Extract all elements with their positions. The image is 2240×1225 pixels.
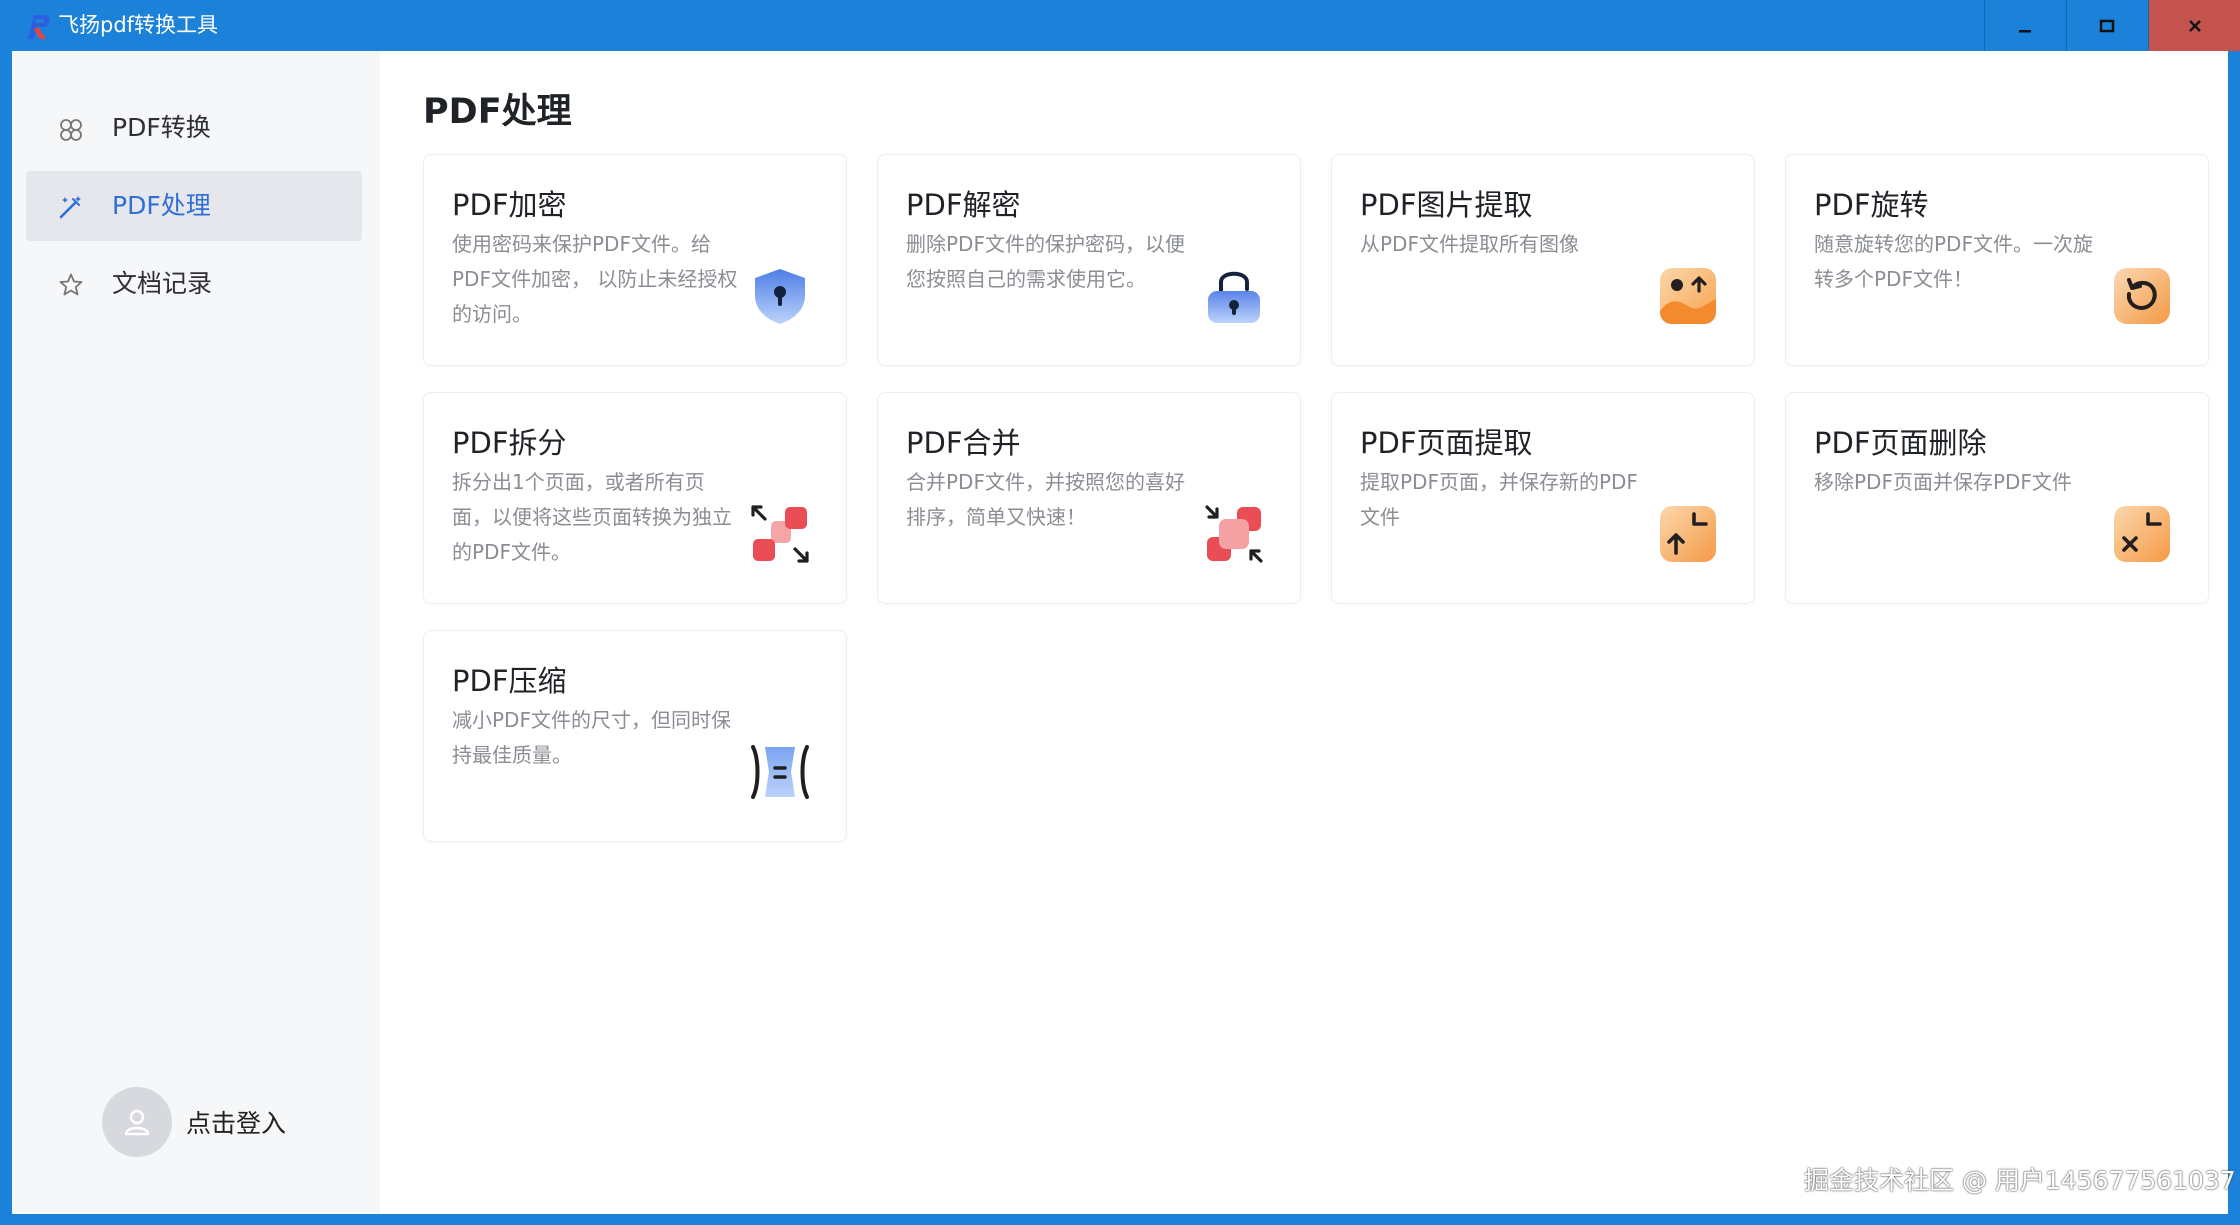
sidebar-item-doc-history[interactable]: 文档记录 (26, 249, 362, 319)
convert-icon (60, 119, 82, 141)
card-description: 随意旋转您的PDF文件。一次旋转多个PDF文件！ (1814, 232, 2093, 291)
sidebar-item-pdf-convert[interactable]: PDF转换 (26, 93, 362, 163)
card-pdf-split[interactable]: PDF拆分 拆分出1个页面，或者所有页面，以便将这些页面转换为独立的PDF文件。 (423, 392, 847, 604)
card-pdf-page-extract[interactable]: PDF页面提取 提取PDF页面，并保存新的PDF文件 (1331, 392, 1755, 604)
card-description: 从PDF文件提取所有图像 (1360, 232, 1579, 256)
page-title: PDF处理 (423, 92, 572, 132)
title-bar[interactable]: 飞扬pdf转换工具 (0, 0, 2240, 51)
card-title: PDF解密 (906, 188, 1021, 222)
card-title: PDF页面删除 (1814, 426, 1987, 460)
sidebar-item-label: 文档记录 (112, 269, 213, 298)
user-icon (124, 1109, 150, 1136)
sidebar-item-label: PDF转换 (112, 113, 211, 142)
card-title: PDF压缩 (452, 664, 567, 698)
sidebar-item-pdf-process[interactable]: PDF处理 (26, 171, 362, 241)
merge-icon (1205, 505, 1263, 563)
card-pdf-merge[interactable]: PDF合并 合并PDF文件，并按照您的喜好排序，简单又快速！ (877, 392, 1301, 604)
watermark: 掘金技术社区 @ 用户1456775610​37 (1804, 1166, 2236, 1195)
card-description: 减小PDF文件的尺寸，但同时保持最佳质量。 (452, 708, 731, 767)
login-button[interactable]: 点击登入 (102, 1087, 286, 1157)
login-label: 点击登入 (186, 1109, 287, 1138)
card-description: 合并PDF文件，并按照您的喜好排序，简单又快速！ (906, 470, 1185, 529)
window-title: 飞扬pdf转换工具 (58, 13, 219, 37)
card-pdf-decrypt[interactable]: PDF解密 删除PDF文件的保护密码，以便您按照自己的需求使用它。 (877, 154, 1301, 366)
padlock-icon (1208, 271, 1260, 323)
page-delete-icon (2114, 506, 2170, 562)
client-area: PDF转换 PDF处理 文档记录 点击登入 PDF处理 PDF加密 使用密码来保… (12, 51, 2228, 1214)
image-extract-icon (1660, 268, 1716, 324)
close-icon (2188, 19, 2201, 32)
card-title: PDF旋转 (1814, 188, 1929, 222)
card-title: PDF拆分 (452, 426, 567, 460)
card-description: 删除PDF文件的保护密码，以便您按照自己的需求使用它。 (906, 232, 1185, 291)
split-icon (751, 505, 809, 563)
star-icon (59, 273, 83, 296)
sidebar: PDF转换 PDF处理 文档记录 点击登入 (12, 51, 380, 1214)
minimize-button[interactable] (1984, 0, 2065, 51)
close-button[interactable] (2148, 0, 2240, 51)
card-title: PDF合并 (906, 426, 1021, 460)
card-pdf-page-delete[interactable]: PDF页面删除 移除PDF页面并保存PDF文件 (1785, 392, 2209, 604)
main-panel: PDF处理 PDF加密 使用密码来保护PDF文件。给PDF文件加密， 以防止未经… (380, 51, 2228, 1214)
avatar[interactable] (102, 1087, 172, 1157)
shield-lock-icon (755, 269, 805, 324)
app-logo-icon (28, 15, 50, 39)
page-extract-icon (1660, 506, 1716, 562)
card-title: PDF加密 (452, 188, 567, 222)
card-pdf-image-extract[interactable]: PDF图片提取 从PDF文件提取所有图像 (1331, 154, 1755, 366)
sidebar-item-label: PDF处理 (112, 191, 211, 220)
card-pdf-encrypt[interactable]: PDF加密 使用密码来保护PDF文件。给PDF文件加密， 以防止未经授权的访问。 (423, 154, 847, 366)
card-pdf-rotate[interactable]: PDF旋转 随意旋转您的PDF文件。一次旋转多个PDF文件！ (1785, 154, 2209, 366)
maximize-button[interactable] (2066, 0, 2147, 51)
card-description: 移除PDF页面并保存PDF文件 (1814, 470, 2072, 494)
card-description: 使用密码来保护PDF文件。给PDF文件加密， 以防止未经授权的访问。 (452, 232, 738, 326)
maximize-icon (2099, 19, 2115, 32)
card-description: 拆分出1个页面，或者所有页面，以便将这些页面转换为独立的PDF文件。 (452, 470, 732, 564)
rotate-icon (2114, 268, 2170, 324)
minimize-icon (2019, 29, 2031, 32)
card-description: 提取PDF页面，并保存新的PDF文件 (1360, 470, 1638, 529)
card-title: PDF页面提取 (1360, 426, 1533, 460)
card-title: PDF图片提取 (1360, 188, 1533, 222)
magic-wand-icon (59, 196, 81, 219)
card-pdf-compress[interactable]: PDF压缩 减小PDF文件的尺寸，但同时保持最佳质量。 (423, 630, 847, 842)
app-window: 飞扬pdf转换工具 PDF转换 PDF处理 文档记录 点击登入 PDF处理 PD… (0, 0, 2240, 1225)
compress-icon (751, 745, 809, 799)
